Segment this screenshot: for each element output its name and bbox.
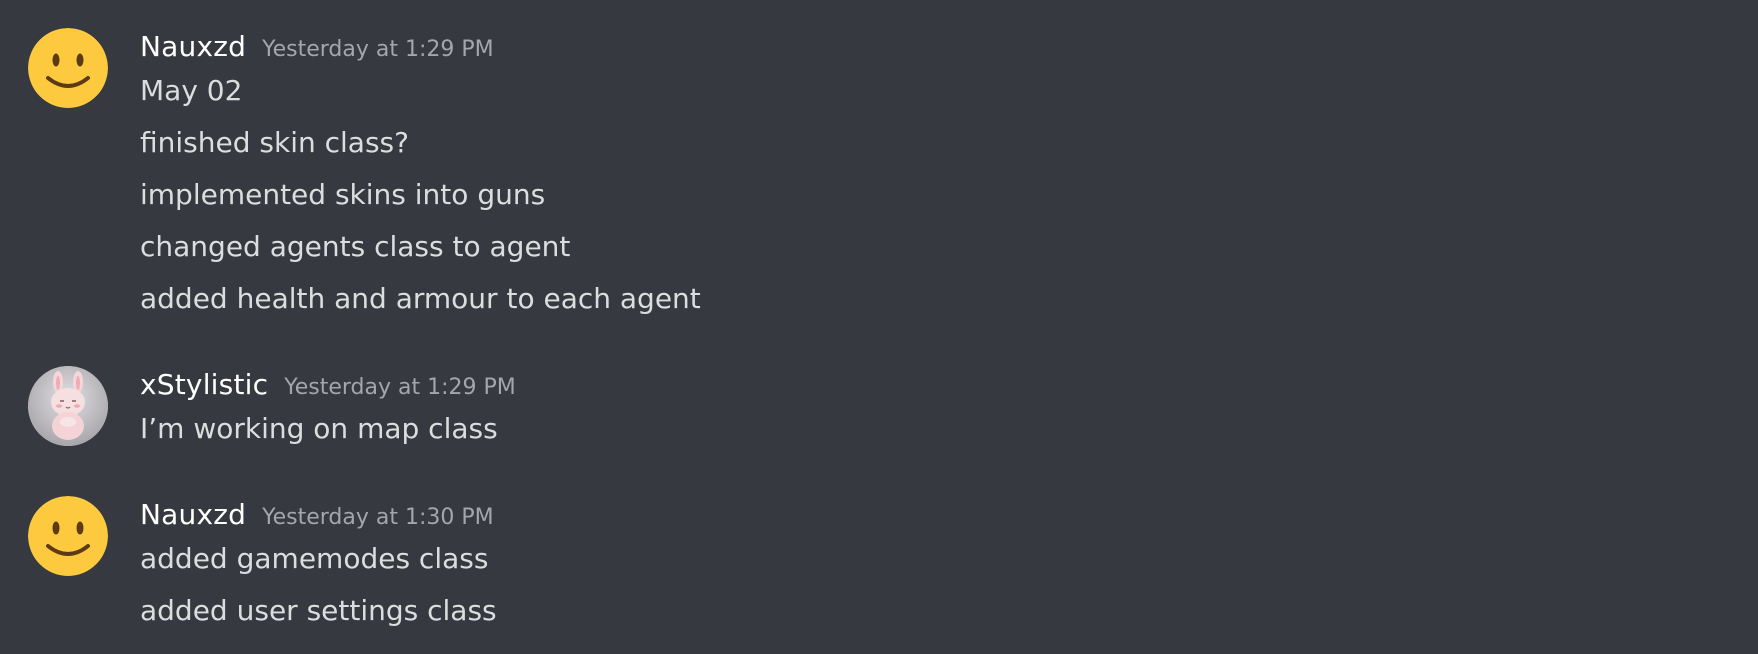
message-text: implemented skins into guns [140, 178, 546, 211]
message-text: changed agents class to agent [140, 230, 571, 263]
smiley-face-icon [28, 28, 108, 108]
message-text: added gamemodes class [140, 542, 489, 575]
message-text: I’m working on map class [140, 412, 498, 445]
message-header: Nauxzd Yesterday at 1:29 PM [140, 30, 494, 63]
smiley-face-icon [28, 496, 108, 576]
chat-message-list: Nauxzd Yesterday at 1:29 PM May 02 finis… [0, 0, 1758, 654]
message-header: Nauxzd Yesterday at 1:30 PM [140, 498, 494, 531]
bunny-avatar-icon [28, 366, 108, 446]
message-text: added user settings class [140, 594, 497, 627]
avatar[interactable] [28, 28, 108, 108]
message-text: May 02 [140, 74, 243, 107]
message-text: finished skin class? [140, 126, 409, 159]
avatar[interactable] [28, 366, 108, 446]
timestamp[interactable]: Yesterday at 1:29 PM [284, 375, 516, 400]
timestamp[interactable]: Yesterday at 1:30 PM [262, 505, 494, 530]
avatar[interactable] [28, 496, 108, 576]
username[interactable]: xStylistic [140, 368, 268, 401]
username[interactable]: Nauxzd [140, 30, 246, 63]
username[interactable]: Nauxzd [140, 498, 246, 531]
message-header: xStylistic Yesterday at 1:29 PM [140, 368, 516, 401]
timestamp[interactable]: Yesterday at 1:29 PM [262, 37, 494, 62]
message-text: added health and armour to each agent [140, 282, 701, 315]
